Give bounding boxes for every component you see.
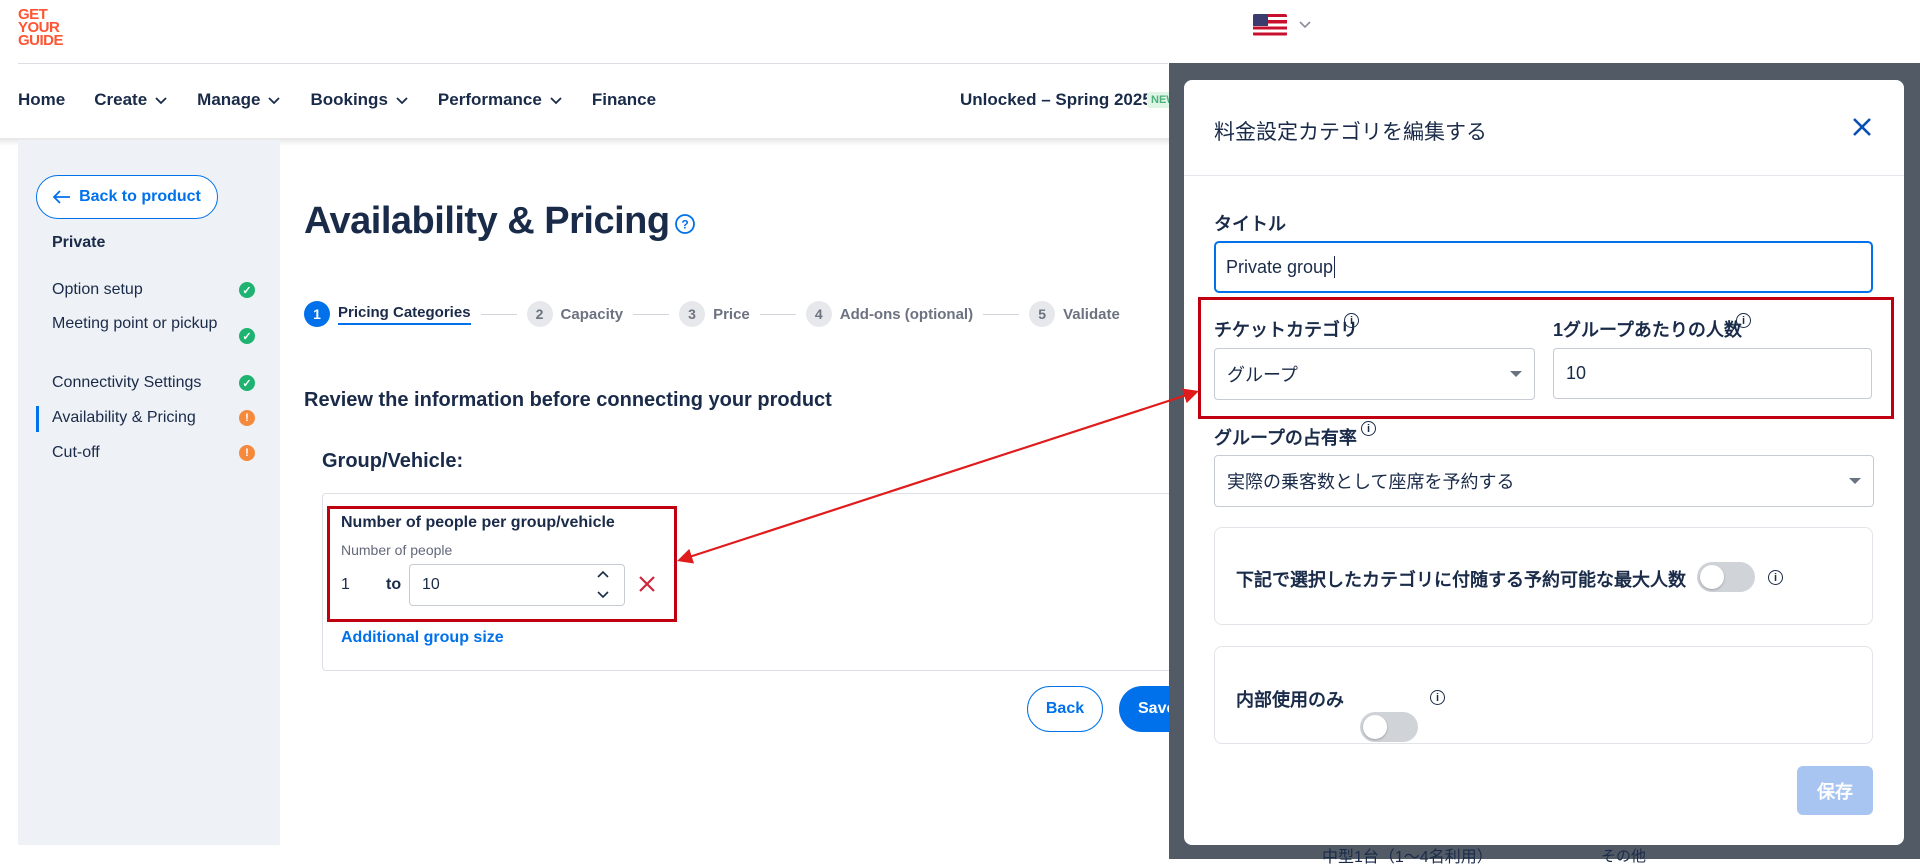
progress-stepper: 1 Pricing Categories 2 Capacity 3 Price 4 Ad… (304, 300, 1120, 328)
back-to-product-button[interactable]: Back to product (36, 175, 218, 219)
step-number: 4 (805, 301, 832, 327)
check-icon: ✓ (239, 282, 255, 298)
text-cursor (1334, 256, 1336, 278)
group-vehicle-heading: Group/Vehicle: (322, 450, 464, 472)
nav-label: Create (94, 90, 148, 109)
info-icon[interactable]: i (1430, 690, 1445, 705)
internal-only-label: 内部使用のみ (1236, 690, 1344, 710)
nav-bookings[interactable]: Bookings (310, 90, 408, 110)
step-validate[interactable]: 5 Validate (1029, 301, 1120, 327)
highlight-box (327, 506, 677, 622)
step-connector (480, 313, 517, 315)
chevron-down-icon (550, 97, 562, 105)
page-title: Availability & Pricing (304, 200, 670, 242)
chevron-down-icon (155, 97, 167, 105)
nav-label: Finance (591, 90, 657, 109)
max-people-toggle[interactable] (1697, 562, 1755, 592)
sidebar-item-connectivity[interactable]: Connectivity Settings (52, 371, 232, 395)
modal-divider (1184, 175, 1904, 176)
nav-finance[interactable]: Finance (592, 90, 656, 110)
max-people-label: 下記で選択したカテゴリに付随する予約可能な最大人数 (1236, 570, 1686, 590)
occupancy-value: 実際の乗客数として座席を予約する (1227, 472, 1515, 492)
modal-title: 料金設定カテゴリを編集する (1214, 121, 1487, 144)
info-icon[interactable]: i (1768, 570, 1783, 585)
step-number: 3 (679, 301, 706, 327)
warning-icon: ! (239, 445, 255, 461)
occupancy-label: グループの占有率 (1214, 428, 1357, 448)
chevron-down-icon (396, 97, 408, 105)
warning-icon: ! (239, 410, 255, 426)
header-divider (18, 63, 1168, 64)
check-icon: ✓ (239, 328, 255, 344)
sidebar-item-meeting-point[interactable]: Meeting point or pickup (52, 312, 232, 336)
step-label: Pricing Categories (338, 304, 471, 325)
help-icon[interactable]: ? (674, 213, 696, 235)
nav-create[interactable]: Create (94, 90, 168, 110)
close-icon[interactable] (1851, 116, 1873, 138)
step-number: 5 (1029, 301, 1056, 327)
step-price[interactable]: 3 Price (679, 301, 750, 327)
nav-manage[interactable]: Manage (197, 90, 281, 110)
nav-home[interactable]: Home (18, 90, 65, 110)
sidebar-item-option-setup[interactable]: Option setup (52, 278, 232, 302)
sidebar-item-cut-off[interactable]: Cut-off (52, 441, 232, 465)
logo-line: GUIDE (18, 32, 64, 49)
review-heading: Review the information before connecting… (304, 389, 832, 411)
step-label: Price (713, 305, 750, 323)
nav-label: Performance (437, 90, 542, 109)
background-row-text: 中型1台（1〜4名利用） (1322, 849, 1493, 866)
getyourguide-logo[interactable]: GET YOUR GUIDE (18, 7, 88, 49)
step-connector (983, 313, 1020, 315)
step-add-ons[interactable]: 4 Add-ons (optional) (805, 301, 974, 327)
arrow-left-icon (53, 190, 71, 204)
info-icon[interactable]: i (1361, 421, 1376, 436)
nav-label: Manage (197, 90, 261, 109)
nav-label: Home (18, 90, 66, 109)
main-nav: Home Create Manage Bookings Performance … (18, 80, 685, 120)
active-indicator (36, 406, 39, 432)
step-connector (633, 313, 670, 315)
step-capacity[interactable]: 2 Capacity (526, 301, 624, 327)
nav-label: Bookings (310, 90, 388, 109)
modal-save-button[interactable]: 保存 (1797, 766, 1873, 815)
back-label: Back to product (79, 188, 201, 205)
promo-link[interactable]: Unlocked – Spring 2025 (960, 90, 1152, 110)
step-number: 1 (304, 301, 330, 327)
caret-down-icon (1849, 478, 1861, 484)
highlight-box (1198, 297, 1894, 419)
title-field-label: タイトル (1214, 214, 1286, 234)
internal-only-toggle[interactable] (1360, 712, 1418, 742)
step-label: Capacity (560, 305, 624, 323)
chevron-down-icon[interactable] (1297, 16, 1313, 32)
background-row-text: その他 (1601, 848, 1647, 865)
title-input-value: Private group (1226, 256, 1334, 277)
back-button[interactable]: Back (1027, 686, 1103, 732)
step-connector (759, 313, 796, 315)
step-pricing-categories[interactable]: 1 Pricing Categories (304, 301, 471, 327)
occupancy-select[interactable]: 実際の乗客数として座席を予約する (1214, 455, 1874, 507)
step-number: 2 (526, 301, 553, 327)
step-label: Add-ons (optional) (839, 305, 974, 323)
step-label: Validate (1063, 305, 1120, 323)
nav-performance[interactable]: Performance (438, 90, 563, 110)
sidebar-item-availability-pricing[interactable]: Availability & Pricing (52, 406, 232, 430)
chevron-down-icon (268, 97, 281, 105)
additional-group-size-link[interactable]: Additional group size (341, 629, 504, 647)
us-flag-icon[interactable] (1253, 14, 1287, 36)
check-icon: ✓ (239, 375, 255, 391)
svg-text:?: ? (681, 218, 688, 232)
title-input[interactable]: Private group (1214, 241, 1873, 293)
product-name: Private (52, 234, 106, 251)
